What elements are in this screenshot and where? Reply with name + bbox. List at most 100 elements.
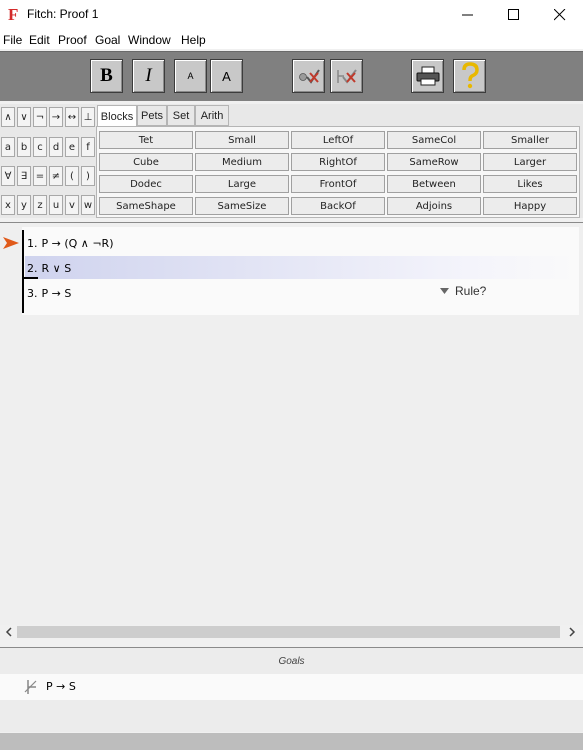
predicate-sameshape[interactable]: SameShape [99,197,193,215]
predicate-smaller[interactable]: Smaller [483,131,577,149]
maximize-button[interactable] [491,0,537,30]
proof-scope-bar [22,230,24,313]
symbol-c[interactable]: c [33,137,47,157]
predicate-samesize[interactable]: SameSize [195,197,289,215]
predicate-cube[interactable]: Cube [99,153,193,171]
proof-line-3[interactable]: 3. P → S [27,282,71,304]
predicate-dodec[interactable]: Dodec [99,175,193,193]
symbol-and[interactable]: ∧ [1,107,15,127]
rule-label: Rule? [455,284,487,298]
check-goal-icon [336,69,357,84]
predicate-happy[interactable]: Happy [483,197,577,215]
close-button[interactable] [537,0,583,30]
predicate-between[interactable]: Between [387,175,481,193]
goals-panel: Goals P → S [0,647,583,732]
predicate-rightof[interactable]: RightOf [291,153,385,171]
scroll-right-icon[interactable] [566,626,578,638]
tab-blocks[interactable]: Blocks [97,105,137,127]
predicate-samerow[interactable]: SameRow [387,153,481,171]
scrollbar-thumb[interactable] [17,626,560,638]
symbol-lparen[interactable]: ( [65,166,79,186]
predicate-larger[interactable]: Larger [483,153,577,171]
goal-status-icon [24,680,37,694]
predicate-adjoins[interactable]: Adjoins [387,197,481,215]
line-formula: P → S [41,286,72,300]
symbol-iff[interactable]: ↔ [65,107,79,127]
status-bar [0,733,583,750]
symbol-rparen[interactable]: ) [81,166,95,186]
predicate-large[interactable]: Large [195,175,289,193]
question-mark-icon [461,62,479,89]
symbol-equals[interactable]: = [33,166,47,186]
proof-area[interactable]: 1. P → (Q ∧ ¬R) 2. R ∨ S 3. P → S Rule? [0,222,583,625]
bold-label: B [100,65,113,86]
menu-proof[interactable]: Proof [58,33,87,47]
goal-check-button[interactable] [330,59,363,93]
proof-line-1[interactable]: 1. P → (Q ∧ ¬R) [27,232,114,254]
larger-font-label: A [222,68,231,84]
italic-button[interactable]: I [132,59,165,93]
proof-line-2[interactable]: 2. R ∨ S [27,257,71,279]
symbol-forall[interactable]: ∀ [1,166,15,186]
goal-formula: P → S [46,680,76,693]
larger-font-button[interactable]: A [210,59,243,93]
symbol-u[interactable]: u [49,195,63,215]
goals-title: Goals [278,656,305,667]
tab-pets[interactable]: Pets [137,105,167,126]
predicate-medium[interactable]: Medium [195,153,289,171]
minimize-button[interactable] [445,0,491,30]
menu-edit[interactable]: Edit [29,33,50,47]
rule-selector[interactable]: Rule? [440,284,486,298]
line-number: 1. [27,236,38,250]
symbol-not-equals[interactable]: ≠ [49,166,63,186]
predicate-leftof[interactable]: LeftOf [291,131,385,149]
bold-button[interactable]: B [90,59,123,93]
goal-item[interactable]: P → S [0,674,583,700]
symbol-implies[interactable]: → [49,107,63,127]
check-verify-icon [298,69,320,84]
symbol-x[interactable]: x [1,195,15,215]
menu-help[interactable]: Help [181,33,206,47]
predicate-backof[interactable]: BackOf [291,197,385,215]
close-icon [554,9,566,21]
symbol-b[interactable]: b [17,137,31,157]
toolbar: B I A A [0,51,583,101]
smaller-font-button[interactable]: A [174,59,207,93]
symbol-not[interactable]: ¬ [33,107,47,127]
symbol-a[interactable]: a [1,137,15,157]
print-button[interactable] [411,59,444,93]
predicate-frontof[interactable]: FrontOf [291,175,385,193]
menu-file[interactable]: File [3,33,22,47]
line-number: 2. [27,261,38,275]
symbol-e[interactable]: e [65,137,79,157]
fitch-f-icon: F [8,5,19,24]
predicate-panel: Tet Small LeftOf SameCol Smaller Cube Me… [96,126,580,218]
symbol-or[interactable]: ∨ [17,107,31,127]
selected-line-highlight [25,256,579,279]
symbol-exists[interactable]: ∃ [17,166,31,186]
predicate-likes[interactable]: Likes [483,175,577,193]
symbol-f[interactable]: f [81,137,95,157]
symbol-z[interactable]: z [33,195,47,215]
horizontal-scrollbar[interactable] [0,625,583,639]
tab-arith[interactable]: Arith [195,105,229,126]
menu-goal[interactable]: Goal [95,33,120,47]
scroll-left-icon[interactable] [3,626,15,638]
printer-icon [416,66,439,86]
tab-set[interactable]: Set [167,105,195,126]
symbol-w[interactable]: w [81,195,95,215]
symbol-y[interactable]: y [17,195,31,215]
verify-button[interactable] [292,59,325,93]
predicate-tet[interactable]: Tet [99,131,193,149]
symbol-bottom[interactable]: ⊥ [81,107,95,127]
menu-window[interactable]: Window [128,33,171,47]
maximize-icon [508,9,519,20]
italic-label: I [145,65,152,86]
symbol-d[interactable]: d [49,137,63,157]
predicate-small[interactable]: Small [195,131,289,149]
predicate-samecol[interactable]: SameCol [387,131,481,149]
line-formula: R ∨ S [41,261,72,275]
line-formula: P → (Q ∧ ¬R) [41,236,114,250]
symbol-v[interactable]: v [65,195,79,215]
help-button[interactable] [453,59,486,93]
